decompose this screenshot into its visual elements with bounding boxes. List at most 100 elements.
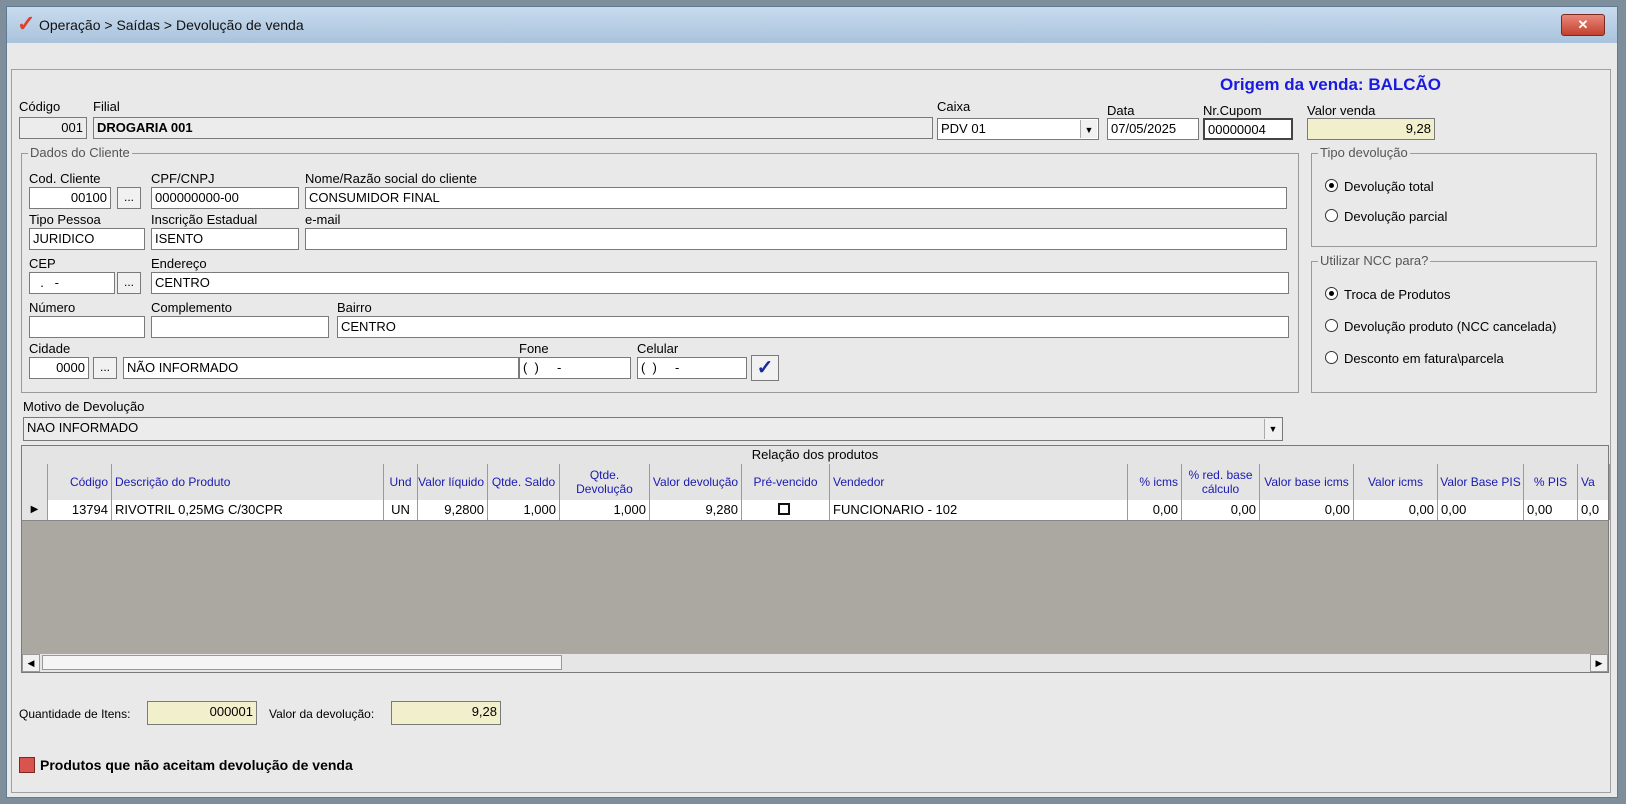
data-field[interactable]: 07/05/2025 [1107, 118, 1199, 140]
radio-label: Desconto em fatura\parcela [1344, 351, 1504, 366]
cidade-label: Cidade [29, 341, 71, 356]
caixa-label: Caixa [937, 99, 971, 114]
complemento-field[interactable] [151, 316, 329, 338]
nome-field[interactable]: CONSUMIDOR FINAL [305, 187, 1287, 209]
cep-field[interactable]: . - [29, 272, 115, 294]
col-codigo[interactable]: Código [48, 464, 112, 500]
cell-valor-icms: 0,00 [1354, 500, 1438, 520]
radio-troca-produtos[interactable]: Troca de Produtos [1325, 287, 1450, 302]
caixa-select[interactable]: PDV 01 ▼ [937, 118, 1099, 140]
col-valor-base-icms[interactable]: Valor base icms [1260, 464, 1354, 500]
col-red-base[interactable]: % red. base cálculo [1182, 464, 1260, 500]
bairro-field[interactable]: CENTRO [337, 316, 1289, 338]
cep-label: CEP [29, 256, 56, 271]
motivo-value: NAO INFORMADO [27, 420, 139, 435]
legend-swatch [19, 757, 35, 773]
cidade-lookup-button[interactable]: ... [93, 357, 117, 379]
row-indicator-header [22, 464, 48, 500]
ie-label: Inscrição Estadual [151, 212, 258, 227]
cidade-field[interactable]: NÃO INFORMADO [123, 357, 519, 379]
cupom-field[interactable]: 00000004 [1203, 118, 1293, 140]
tipo-devolucao-title: Tipo devolução [1318, 145, 1410, 160]
app-logo-icon: ✓ [17, 11, 36, 36]
chevron-down-icon[interactable]: ▼ [1264, 419, 1281, 439]
chevron-down-icon[interactable]: ▼ [1080, 120, 1097, 138]
celular-field[interactable]: ( ) - [637, 357, 747, 379]
cell-valor-liquido: 9,2800 [418, 500, 488, 520]
celular-label: Celular [637, 341, 679, 356]
tipo-pessoa-field[interactable]: JURIDICO [29, 228, 145, 250]
valor-devolucao-field[interactable]: 9,28 [391, 701, 501, 725]
ie-field[interactable]: ISENTO [151, 228, 299, 250]
close-button[interactable]: ✕ [1561, 14, 1605, 36]
motivo-select[interactable]: NAO INFORMADO ▼ [23, 417, 1283, 441]
valor-venda-label: Valor venda [1307, 103, 1376, 118]
table-row[interactable]: ▶ 13794 RIVOTRIL 0,25MG C/30CPR UN 9,280… [22, 500, 1610, 521]
cell-und: UN [384, 500, 418, 520]
col-qtde-devolucao[interactable]: Qtde. Devolução [560, 464, 650, 500]
col-valor-devolucao[interactable]: Valor devolução [650, 464, 742, 500]
filial-field[interactable]: DROGARIA 001 [93, 117, 933, 139]
cod-cliente-field[interactable]: 00100 [29, 187, 111, 209]
checkbox-icon[interactable] [778, 503, 790, 515]
radio-devolucao-total[interactable]: Devolução total [1325, 179, 1434, 194]
fone-field[interactable]: ( ) - [519, 357, 631, 379]
filial-label: Filial [93, 99, 120, 114]
codigo-field[interactable]: 001 [19, 117, 87, 139]
col-va[interactable]: Va [1578, 464, 1610, 500]
cell-pre-vencido[interactable] [742, 500, 830, 520]
col-pis[interactable]: % PIS [1524, 464, 1578, 500]
cell-valor-base-pis: 0,00 [1438, 500, 1524, 520]
col-valor-base-pis[interactable]: Valor Base PIS [1438, 464, 1524, 500]
radio-devolucao-produto[interactable]: Devolução produto (NCC cancelada) [1325, 319, 1556, 334]
caixa-value: PDV 01 [941, 121, 986, 136]
grid-header: Código Descrição do Produto Und Valor lí… [22, 464, 1610, 501]
cidade-code-field[interactable]: 0000 [29, 357, 89, 379]
cell-va: 0,0 [1578, 500, 1610, 520]
scroll-thumb[interactable] [42, 655, 562, 670]
radio-selected-icon [1325, 287, 1338, 300]
email-label: e-mail [305, 212, 341, 227]
radio-desconto-fatura[interactable]: Desconto em fatura\parcela [1325, 351, 1504, 366]
col-pre-vencido[interactable]: Pré-vencido [742, 464, 830, 500]
radio-icon [1325, 209, 1338, 222]
cell-vendedor: FUNCIONARIO - 102 [830, 500, 1128, 520]
cep-lookup-button[interactable]: ... [117, 272, 141, 294]
complemento-label: Complemento [151, 300, 232, 315]
radio-devolucao-parcial[interactable]: Devolução parcial [1325, 209, 1447, 224]
horizontal-scrollbar[interactable]: ◀ ▶ [22, 653, 1608, 672]
codigo-label: Código [19, 99, 61, 114]
confirm-check-icon[interactable]: ✓ [751, 355, 779, 381]
col-valor-icms[interactable]: Valor icms [1354, 464, 1438, 500]
col-descricao[interactable]: Descrição do Produto [112, 464, 384, 500]
valor-venda-field[interactable]: 9,28 [1307, 118, 1435, 140]
produtos-grid[interactable]: Relação dos produtos Código Descrição do… [21, 445, 1610, 673]
cell-qtde-devolucao[interactable]: 1,000 [560, 500, 650, 520]
col-qtde-saldo[interactable]: Qtde. Saldo [488, 464, 560, 500]
legend-label: Produtos que não aceitam devolução de ve… [40, 757, 353, 773]
scroll-right-icon[interactable]: ▶ [1590, 654, 1608, 672]
email-field[interactable] [305, 228, 1287, 250]
scroll-left-icon[interactable]: ◀ [22, 654, 40, 672]
col-icms[interactable]: % icms [1128, 464, 1182, 500]
cell-descricao: RIVOTRIL 0,25MG C/30CPR [112, 500, 384, 520]
grid-caption: Relação dos produtos [22, 446, 1608, 465]
numero-field[interactable] [29, 316, 145, 338]
radio-label: Devolução produto (NCC cancelada) [1344, 319, 1557, 334]
valor-devolucao-label: Valor da devolução: [269, 707, 375, 721]
qtd-itens-field[interactable]: 000001 [147, 701, 257, 725]
row-selector-icon[interactable]: ▶ [22, 500, 48, 520]
main-window: ✓ Operação > Saídas > Devolução de venda… [6, 6, 1618, 798]
col-vendedor[interactable]: Vendedor [830, 464, 1128, 500]
cpf-field[interactable]: 000000000-00 [151, 187, 299, 209]
data-label: Data [1107, 103, 1135, 118]
ncc-title: Utilizar NCC para? [1318, 253, 1431, 268]
col-valor-liquido[interactable]: Valor líquido [418, 464, 488, 500]
endereco-field[interactable]: CENTRO [151, 272, 1289, 294]
endereco-label: Endereço [151, 256, 207, 271]
origem-venda-label: Origem da venda: BALCÃO [1220, 75, 1442, 94]
col-und[interactable]: Und [384, 464, 418, 500]
qtd-itens-label: Quantidade de Itens: [19, 707, 131, 721]
cliente-lookup-button[interactable]: ... [117, 187, 141, 209]
cell-icms: 0,00 [1128, 500, 1182, 520]
